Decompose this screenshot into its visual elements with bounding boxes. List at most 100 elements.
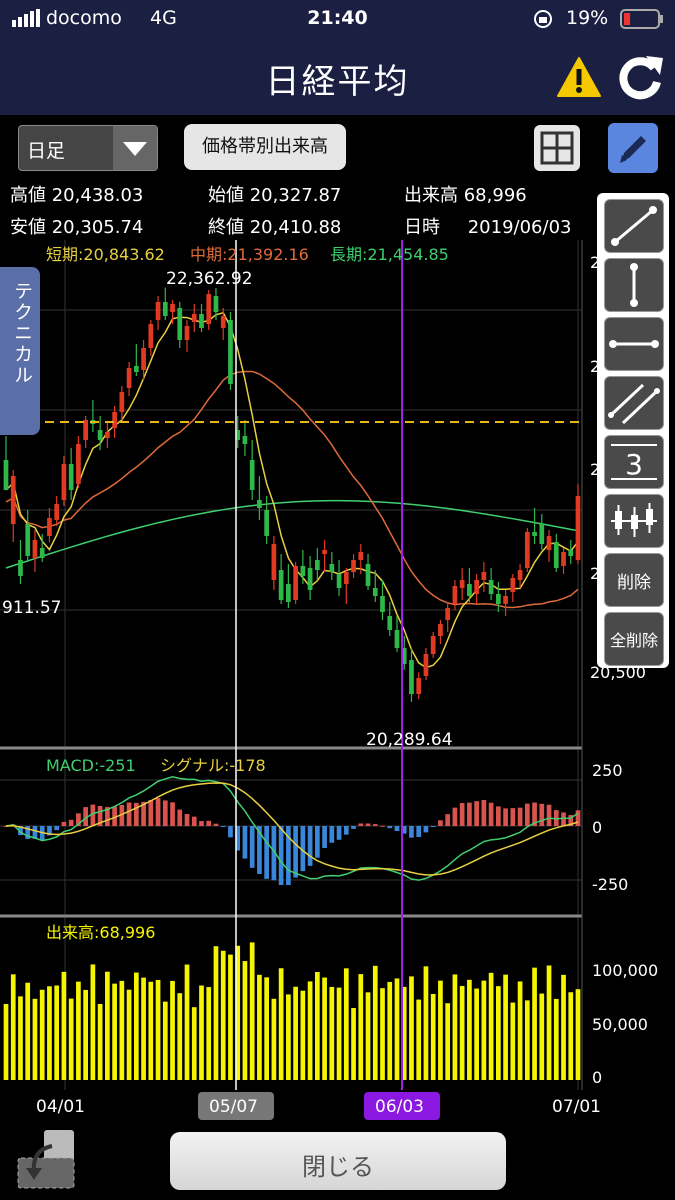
candle-body bbox=[452, 586, 458, 604]
delete-all-button[interactable]: 全削除 bbox=[604, 612, 664, 666]
macd-bar bbox=[148, 800, 154, 826]
long-ma-label: 長期:21,454.85 bbox=[330, 245, 449, 264]
volume-bar bbox=[539, 993, 545, 1080]
candle-body bbox=[264, 510, 270, 536]
macd-bar bbox=[372, 824, 378, 826]
volume-bar bbox=[372, 965, 378, 1080]
fibonacci-icon: 3 bbox=[611, 444, 657, 481]
period-select[interactable]: 日足 bbox=[18, 125, 158, 171]
volume-bar bbox=[206, 987, 212, 1080]
candle-body bbox=[481, 572, 487, 580]
candle-body bbox=[97, 430, 103, 440]
macd-bar bbox=[546, 804, 552, 826]
candle-body bbox=[162, 302, 168, 316]
volume-bar bbox=[510, 1002, 516, 1080]
macd-bar bbox=[438, 820, 443, 826]
volume-bar bbox=[380, 988, 385, 1080]
high-value: 20,438.03 bbox=[51, 185, 144, 206]
pencil-icon[interactable] bbox=[608, 123, 658, 173]
trendline-tool[interactable] bbox=[604, 199, 664, 253]
diagonal-line-icon bbox=[611, 206, 657, 246]
macd-bar bbox=[184, 813, 190, 826]
rotate-screen-icon[interactable] bbox=[14, 1128, 80, 1198]
grid-layout-icon[interactable] bbox=[534, 125, 580, 171]
volume-value: 68,996 bbox=[463, 185, 527, 206]
macd-bar bbox=[575, 810, 581, 826]
volume-bar bbox=[358, 974, 364, 1080]
volume-bar bbox=[553, 998, 559, 1080]
volume-bar bbox=[126, 989, 132, 1080]
candle-body bbox=[61, 464, 67, 500]
macd-bar bbox=[380, 825, 385, 827]
candle-body bbox=[553, 542, 559, 568]
volume-tick: 50,000 bbox=[592, 1015, 648, 1034]
volume-bar bbox=[329, 986, 335, 1080]
candle-body bbox=[351, 560, 356, 572]
candle-body bbox=[213, 296, 219, 312]
candle-body bbox=[546, 536, 552, 550]
volume-bar bbox=[97, 1003, 103, 1080]
candle-body bbox=[18, 560, 23, 576]
macd-bar bbox=[351, 826, 356, 829]
candle-body bbox=[155, 302, 161, 320]
volume-bar bbox=[105, 971, 110, 1080]
candle-body bbox=[387, 616, 393, 630]
delete-button[interactable]: 削除 bbox=[604, 553, 664, 607]
candle-body bbox=[539, 524, 545, 544]
candle-body bbox=[416, 678, 422, 694]
macd-bar bbox=[54, 826, 60, 831]
volume-bar bbox=[155, 979, 161, 1080]
technical-tab[interactable]: テクニカル bbox=[0, 267, 40, 435]
warning-triangle-icon[interactable] bbox=[556, 56, 602, 102]
battery-percent: 19% bbox=[566, 7, 609, 29]
period-select-value: 日足 bbox=[27, 140, 66, 162]
candle-body bbox=[119, 392, 125, 412]
close-button[interactable]: 閉じる bbox=[170, 1132, 506, 1190]
macd-bar bbox=[199, 821, 204, 826]
mid-ma-line bbox=[5, 370, 579, 609]
macd-bar bbox=[524, 803, 530, 826]
volume-bar bbox=[568, 992, 574, 1080]
volume-bar bbox=[561, 974, 566, 1080]
high-annotation: 22,362.92 bbox=[166, 269, 253, 289]
volume-bar bbox=[438, 980, 443, 1080]
candle-body bbox=[293, 566, 298, 600]
volume-bar bbox=[467, 979, 472, 1080]
macd-bar bbox=[170, 802, 175, 826]
macd-bar bbox=[474, 801, 479, 826]
volume-bar bbox=[481, 980, 487, 1080]
candle-pattern-tool[interactable] bbox=[604, 494, 664, 548]
candle-body bbox=[220, 316, 226, 328]
bottom-bar: 閉じる bbox=[0, 1122, 675, 1200]
macd-tick: 0 bbox=[592, 818, 602, 837]
refresh-icon[interactable] bbox=[616, 54, 664, 104]
macd-bar bbox=[496, 806, 501, 826]
macd-bar bbox=[488, 802, 494, 826]
open-label: 始値 bbox=[208, 185, 244, 206]
candle-body bbox=[199, 314, 204, 328]
volume-profile-button[interactable]: 価格帯別出来高 bbox=[184, 124, 346, 170]
volume-bar bbox=[394, 978, 400, 1080]
fibonacci-tool[interactable]: 3 bbox=[604, 435, 664, 489]
channel-tool[interactable] bbox=[604, 376, 664, 430]
close-button-label: 閉じる bbox=[302, 1153, 374, 1181]
volume-bar bbox=[177, 993, 183, 1080]
volume-bar bbox=[459, 985, 465, 1080]
candle-body bbox=[68, 464, 74, 490]
volume-bar bbox=[141, 977, 146, 1080]
short-ma-label: 短期:20,843.62 bbox=[46, 245, 165, 264]
delete-all-label: 全削除 bbox=[609, 631, 658, 650]
x-label: 04/01 bbox=[36, 1097, 85, 1117]
macd-bar bbox=[242, 826, 248, 859]
macd-bar bbox=[307, 826, 313, 866]
macd-bar bbox=[423, 826, 429, 833]
candle-body bbox=[170, 304, 175, 312]
vertical-line-tool[interactable] bbox=[604, 258, 664, 312]
parallel-lines-icon bbox=[608, 383, 660, 425]
stock-chart[interactable]: 短期:20,843.62 中期:21,392.16 長期:21,454.85 2… bbox=[0, 240, 675, 1140]
candle-body bbox=[191, 314, 197, 322]
nav-bar: 日経平均 bbox=[0, 38, 675, 115]
horizontal-line-tool[interactable] bbox=[604, 317, 664, 371]
candle-body bbox=[467, 584, 472, 596]
volume-bar bbox=[524, 1000, 530, 1080]
